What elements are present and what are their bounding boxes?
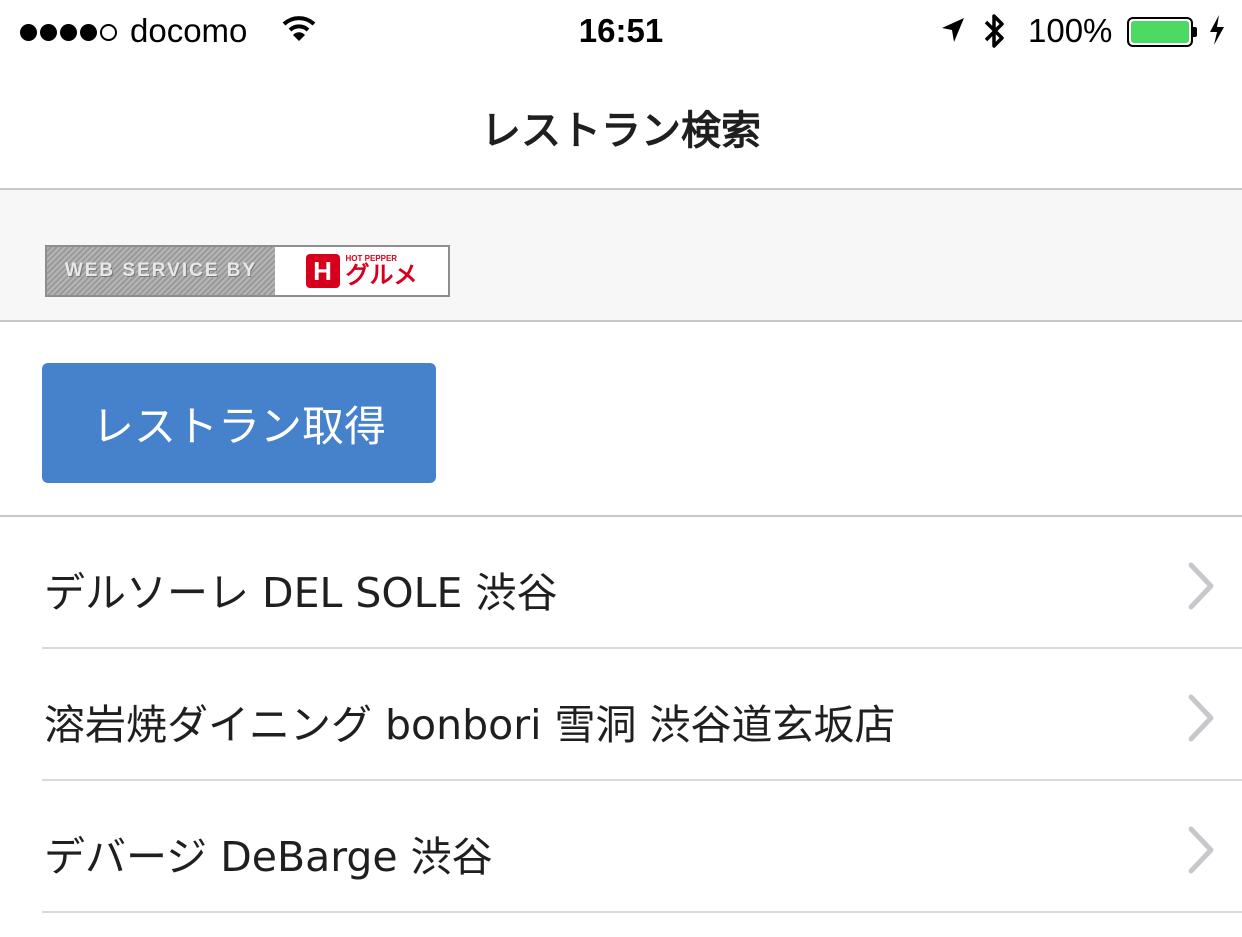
chevron-right-icon [1188,562,1214,610]
location-arrow-icon [942,18,964,42]
bluetooth-icon [984,14,1004,48]
navigation-bar: レストラン検索 [0,62,1242,190]
brand-name: グルメ [345,261,418,289]
list-item[interactable]: 溶岩焼ダイニング bonbori 雪洞 渋谷道玄坂店 [0,649,1242,781]
brand-logo: H HOT PEPPER グルメ [275,247,448,295]
chevron-right-icon [1188,694,1214,742]
chevron-right-icon [1188,826,1214,874]
battery-icon [1127,17,1197,47]
status-bar: docomo 16:51 100% [0,0,1242,62]
restaurant-list: デルソーレ DEL SOLE 渋谷 溶岩焼ダイニング bonbori 雪洞 渋谷… [0,517,1242,913]
list-item[interactable]: デルソーレ DEL SOLE 渋谷 [0,517,1242,649]
list-item[interactable]: デバージ DeBarge 渋谷 [0,781,1242,913]
hotpepper-logo-icon: H [305,254,340,288]
action-row: レストラン取得 [0,322,1242,517]
battery-fill [1131,21,1189,43]
credit-banner-area: WEB SERVICE BY H HOT PEPPER グルメ [0,190,1242,322]
charging-bolt-icon [1210,15,1224,45]
restaurant-name: 溶岩焼ダイニング bonbori 雪洞 渋谷道玄坂店 [44,701,896,749]
restaurant-name: デルソーレ DEL SOLE 渋谷 [44,569,558,617]
page-title: レストラン検索 [481,108,761,154]
battery-percentage: 100% [1028,12,1113,49]
credit-text: WEB SERVICE BY [47,247,275,295]
restaurant-name: デバージ DeBarge 渋谷 [44,833,493,881]
fetch-restaurants-button[interactable]: レストラン取得 [42,363,436,483]
hotpepper-credit-badge[interactable]: WEB SERVICE BY H HOT PEPPER グルメ [45,245,450,297]
